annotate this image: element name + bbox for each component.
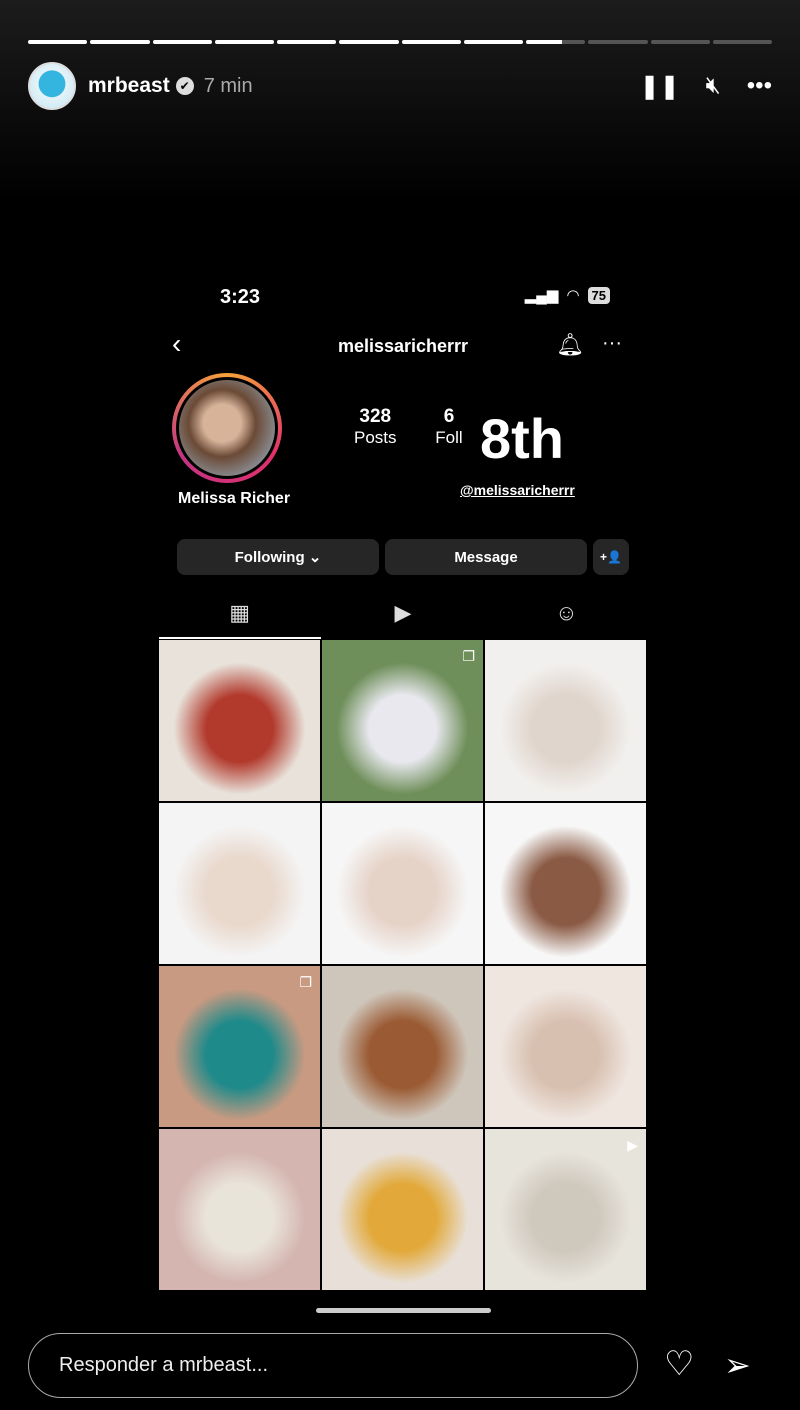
- photo-tile: ▶: [485, 1129, 646, 1290]
- verified-icon: ✔: [175, 77, 194, 95]
- heart-icon[interactable]: ♡: [664, 1344, 694, 1384]
- progress-segment: [339, 40, 399, 44]
- sticker-text: 8th: [480, 407, 564, 470]
- message-button: Message: [385, 539, 587, 575]
- profile-name: Melissa Richer: [178, 490, 291, 507]
- photo-tile: [322, 803, 483, 964]
- photo-tile: [485, 803, 646, 964]
- pause-icon[interactable]: ❚❚: [639, 72, 679, 101]
- photo-tile: ❐: [159, 966, 320, 1127]
- followers-stat: 6 Foll: [435, 406, 463, 447]
- story-screenshot: 3:23 ▂▄▆ ◠ 75 ‹ melissaricherrr 🔔︎ ··· 3…: [158, 270, 648, 1320]
- photo-tile: [322, 966, 483, 1127]
- progress-segment: [28, 40, 88, 44]
- send-icon[interactable]: ➢: [724, 1346, 751, 1384]
- add-user-button: +👤: [593, 539, 629, 575]
- progress-segment: [152, 40, 212, 44]
- phone-status-bar: 3:23 ▂▄▆ ◠ 75: [158, 286, 648, 310]
- photo-tile: [159, 803, 320, 964]
- posts-stat: 328 Posts: [354, 406, 397, 447]
- wifi-icon: ◠: [566, 287, 580, 304]
- story-progress: [28, 40, 772, 44]
- photo-tile: [159, 640, 320, 801]
- progress-segment: [650, 40, 710, 44]
- active-tab-indicator: [159, 637, 321, 639]
- photo-tile: [322, 1129, 483, 1290]
- mention-sticker[interactable]: @melissaricherrr: [460, 482, 575, 498]
- progress-segment: [712, 40, 772, 44]
- photo-grid: ❐ ❐ ▶: [159, 640, 646, 1290]
- muted-icon[interactable]: 🔇︎: [706, 72, 721, 100]
- progress-segment: [526, 40, 586, 44]
- timestamp: 7 min: [203, 74, 253, 97]
- progress-segment: [214, 40, 274, 44]
- photo-tile: [159, 1129, 320, 1290]
- progress-segment: [463, 40, 523, 44]
- bell-icon: 🔔︎: [556, 332, 584, 357]
- grid-icon: ▦: [229, 600, 251, 625]
- reply-placeholder: Responder a mrbeast...: [59, 1354, 268, 1376]
- following-button: Following ⌄: [177, 539, 379, 575]
- tagged-icon: ☺: [555, 600, 578, 625]
- progress-segment: [588, 40, 648, 44]
- photo-tile: ❐: [322, 640, 483, 801]
- photo-badge-icon: ❐: [462, 648, 475, 664]
- avatar[interactable]: [28, 62, 76, 110]
- more-icon[interactable]: •••: [747, 72, 772, 100]
- photo-badge-icon: ❐: [299, 974, 312, 990]
- username[interactable]: mrbeast: [88, 74, 170, 98]
- more-icon: ···: [602, 332, 622, 354]
- reply-input[interactable]: Responder a mrbeast...: [28, 1333, 638, 1398]
- reels-icon: ▶︎: [394, 600, 412, 625]
- photo-tile: [485, 640, 646, 801]
- battery-icon: 75: [587, 286, 610, 304]
- story-header: mrbeast ✔ 7 min ❚❚ 🔇︎ •••: [28, 62, 772, 110]
- photo-tile: [485, 966, 646, 1127]
- photo-badge-icon: ▶: [627, 1137, 638, 1153]
- home-indicator: [316, 1308, 491, 1313]
- progress-segment: [401, 40, 461, 44]
- progress-segment: [277, 40, 337, 44]
- phone-clock: 3:23: [220, 286, 261, 308]
- signal-icon: ▂▄▆: [524, 287, 559, 304]
- profile-avatar: [172, 373, 282, 483]
- progress-segment: [90, 40, 150, 44]
